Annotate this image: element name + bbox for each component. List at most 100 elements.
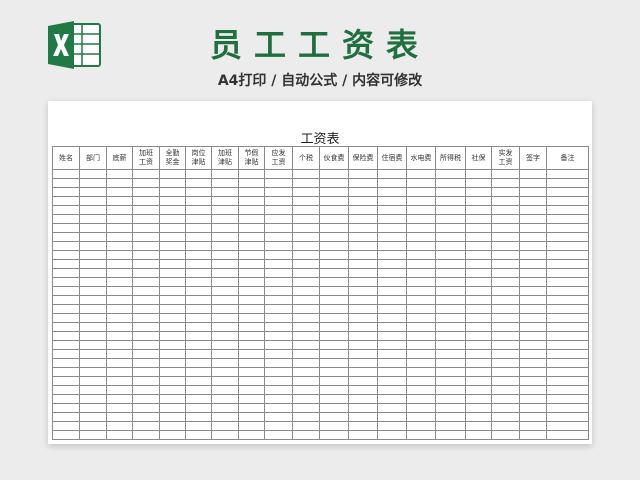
table-cell	[106, 250, 133, 260]
table-cell	[238, 340, 265, 350]
table-cell	[238, 286, 265, 296]
table-cell	[52, 214, 80, 224]
table-cell	[52, 385, 80, 395]
table-cell	[465, 205, 492, 215]
table-row	[52, 286, 589, 296]
table-row	[52, 214, 589, 224]
table-cell	[435, 295, 466, 305]
table-cell	[292, 313, 320, 323]
table-cell	[159, 349, 186, 359]
table-cell	[465, 367, 492, 377]
table-cell	[79, 376, 107, 386]
table-cell	[211, 412, 239, 422]
table-cell	[377, 259, 407, 269]
table-cell	[491, 259, 520, 269]
table-cell	[546, 385, 589, 395]
table-cell	[238, 430, 265, 440]
table-cell	[406, 304, 436, 314]
table-cell	[377, 358, 407, 368]
table-cell	[52, 304, 80, 314]
table-cell	[491, 214, 520, 224]
table-cell	[519, 250, 547, 260]
table-cell	[491, 385, 520, 395]
table-cell	[211, 403, 239, 413]
table-cell	[435, 412, 466, 422]
table-cell	[519, 187, 547, 197]
table-row	[52, 376, 589, 386]
table-cell	[238, 268, 265, 278]
table-cell	[185, 322, 212, 332]
table-cell	[185, 340, 212, 350]
table-cell	[211, 250, 239, 260]
table-cell	[132, 412, 160, 422]
table-cell	[52, 277, 80, 287]
table-cell	[106, 232, 133, 242]
table-cell	[319, 322, 349, 332]
table-cell	[52, 250, 80, 260]
table-cell	[465, 385, 492, 395]
table-cell	[319, 376, 349, 386]
table-row	[52, 394, 589, 404]
table-cell	[159, 430, 186, 440]
table-cell	[491, 322, 520, 332]
table-cell	[159, 214, 186, 224]
table-cell	[132, 385, 160, 395]
table-cell	[79, 178, 107, 188]
table-cell	[519, 259, 547, 269]
table-cell	[435, 187, 466, 197]
table-cell	[435, 241, 466, 251]
table-cell	[491, 331, 520, 341]
table-cell	[264, 214, 293, 224]
table-cell	[79, 394, 107, 404]
table-cell	[238, 241, 265, 251]
table-cell	[132, 322, 160, 332]
table-cell	[264, 187, 293, 197]
table-cell	[546, 214, 589, 224]
column-header: 节假 津贴	[238, 146, 265, 170]
table-cell	[238, 187, 265, 197]
table-cell	[238, 214, 265, 224]
table-cell	[292, 403, 320, 413]
table-cell	[106, 223, 133, 233]
table-cell	[491, 250, 520, 260]
table-cell	[132, 421, 160, 431]
table-cell	[79, 340, 107, 350]
table-cell	[238, 277, 265, 287]
table-cell	[319, 223, 349, 233]
table-cell	[319, 268, 349, 278]
table-cell	[435, 340, 466, 350]
table-cell	[79, 421, 107, 431]
table-cell	[264, 376, 293, 386]
table-cell	[465, 322, 492, 332]
table-cell	[52, 322, 80, 332]
table-cell	[348, 277, 378, 287]
table-cell	[546, 268, 589, 278]
table-cell	[435, 277, 466, 287]
table-cell	[435, 250, 466, 260]
table-cell	[185, 205, 212, 215]
table-cell	[546, 367, 589, 377]
table-cell	[546, 178, 589, 188]
table-cell	[519, 430, 547, 440]
table-cell	[52, 232, 80, 242]
table-row	[52, 250, 589, 260]
table-cell	[211, 385, 239, 395]
table-cell	[465, 214, 492, 224]
table-cell	[406, 196, 436, 206]
table-cell	[159, 205, 186, 215]
table-cell	[348, 340, 378, 350]
table-cell	[159, 169, 186, 179]
table-cell	[519, 367, 547, 377]
table-cell	[211, 223, 239, 233]
page-title: 员工工资表	[209, 26, 430, 64]
table-row	[52, 205, 589, 215]
table-cell	[159, 376, 186, 386]
table-cell	[185, 232, 212, 242]
table-cell	[52, 367, 80, 377]
table-cell	[52, 421, 80, 431]
table-cell	[106, 169, 133, 179]
table-cell	[377, 286, 407, 296]
table-cell	[79, 205, 107, 215]
table-cell	[406, 430, 436, 440]
table-row	[52, 358, 589, 368]
